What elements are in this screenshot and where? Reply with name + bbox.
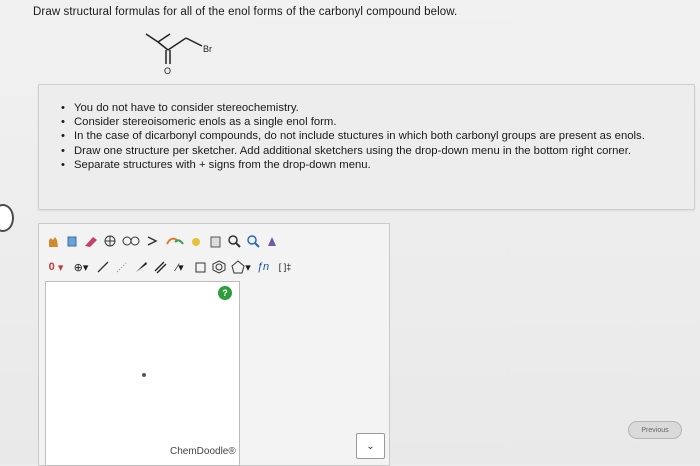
clean-icon[interactable] [188,233,204,249]
instruction-item: • Consider stereoisomeric enols as a sing… [61,116,337,129]
charge-select[interactable]: 0 ▾ [45,259,67,275]
benzene-icon[interactable] [211,259,227,275]
molecule-structure: Br O [145,33,212,76]
double-bond-icon[interactable] [152,259,168,275]
oxygen-label: O [164,66,171,76]
cyclopropane-icon[interactable] [192,259,208,275]
flip-horizontal-icon[interactable] [121,233,141,249]
center-icon[interactable] [102,233,118,249]
bullet-icon: • [61,158,65,171]
bullet-icon: • [61,102,65,114]
sketcher-toolbar-top [45,230,280,252]
hand-icon[interactable] [45,233,61,249]
help-icon[interactable]: ? [218,286,232,300]
flip-vertical-icon[interactable] [144,233,160,249]
canvas-point [142,373,146,377]
sketcher-toolbar-bottom: 0 ▾ ⊕▾ ⁄▾ ▾ ƒn [ ]‡ [45,256,296,278]
lasso-icon[interactable] [64,233,80,249]
bullet-icon: • [61,116,65,129]
zoom-in-icon[interactable] [226,233,242,249]
instructions-box: • You do not have to consider stereochemi… [38,84,695,210]
paste-icon[interactable] [207,233,223,249]
bullet-icon: • [61,144,65,157]
eraser-icon[interactable] [83,233,99,249]
function-icon[interactable]: ƒn [255,259,271,275]
instruction-item: • You do not have to consider stereochemi… [61,102,299,114]
add-sketcher-dropdown[interactable]: ⌄ [356,433,385,459]
bullet-icon: • [61,130,65,143]
atom-color-icon[interactable] [264,233,280,249]
instruction-item: • In the case of dicarbonyl compounds, do… [61,130,645,143]
chemdoodle-sketcher: 0 ▾ ⊕▾ ⁄▾ ▾ ƒn [ ]‡ ? ChemDoodle® [38,223,390,466]
instructions-list: • You do not have to consider stereochemi… [39,101,694,172]
bond-menu-icon[interactable]: ⁄▾ [171,259,189,275]
instruction-item: • Draw one structure per sketcher. Add ad… [61,144,631,157]
hashed-bond-icon[interactable] [114,259,130,275]
undo-icon[interactable] [163,233,185,249]
add-charge-icon[interactable]: ⊕▾ [70,259,92,275]
drawing-canvas[interactable]: ? ChemDoodle® [45,281,240,466]
zoom-out-icon[interactable] [245,233,261,249]
cyclopentane-icon[interactable]: ▾ [230,259,252,275]
previous-button[interactable]: Previous [628,421,682,439]
bracket-icon[interactable]: [ ]‡ [274,259,296,275]
wedge-bond-icon[interactable] [133,259,149,275]
chevron-down-icon: ⌄ [366,440,375,452]
question-text: Draw structural formulas for all of the … [33,6,458,18]
chemdoodle-brand: ChemDoodle® [170,446,236,457]
single-bond-icon[interactable] [95,259,111,275]
bromine-label: Br [203,44,212,54]
instruction-item: • Separate structures with + signs from t… [61,158,371,171]
